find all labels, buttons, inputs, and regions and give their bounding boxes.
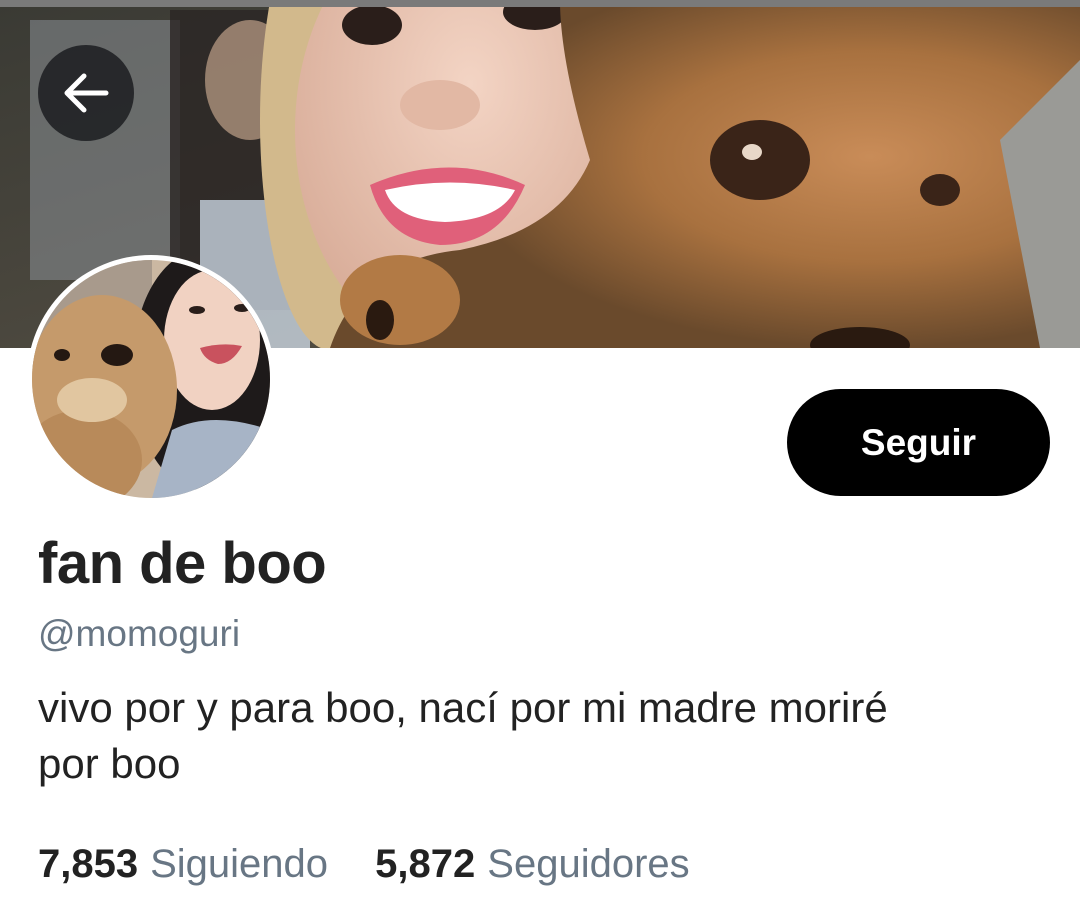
avatar[interactable] — [27, 255, 275, 503]
following-link[interactable]: 7,853 Siguiendo — [38, 842, 328, 887]
followers-count: 5,872 — [375, 842, 476, 886]
following-count: 7,853 — [38, 842, 139, 886]
profile-stats: 7,853 Siguiendo 5,872 Seguidores — [38, 842, 726, 887]
followers-label: Seguidores — [487, 842, 690, 886]
following-label: Siguiendo — [150, 842, 329, 886]
bio-line: vivo por y para boo, nací por mi madre m… — [38, 684, 888, 731]
followers-link[interactable]: 5,872 Seguidores — [375, 842, 689, 887]
back-button[interactable] — [38, 45, 134, 141]
profile-page: Seguir fan de boo @momoguri vivo por y p… — [0, 0, 1080, 913]
status-bar-strip — [0, 0, 1080, 7]
follow-button[interactable]: Seguir — [787, 389, 1050, 496]
arrow-left-icon — [64, 73, 109, 113]
bio-line: por boo — [38, 740, 181, 787]
follow-button-label: Seguir — [860, 421, 977, 463]
avatar-photo — [32, 260, 270, 498]
display-name: fan de boo — [38, 531, 327, 596]
profile-bio: vivo por y para boo, nací por mi madre m… — [38, 680, 1038, 792]
user-handle: @momoguri — [38, 613, 241, 654]
